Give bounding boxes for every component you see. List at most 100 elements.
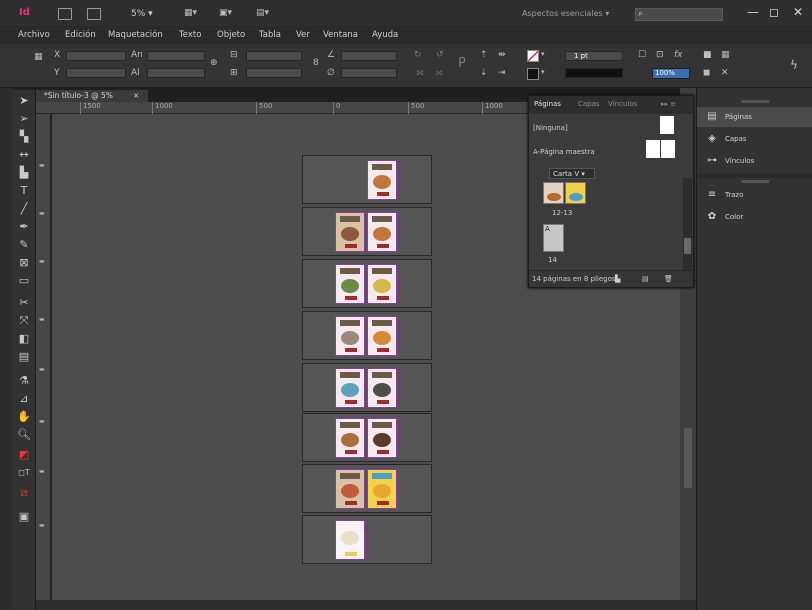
- page-tool-icon[interactable]: ▚: [16, 130, 32, 144]
- master-right-thumbnail[interactable]: [661, 140, 675, 158]
- note-tool-icon[interactable]: ▤: [16, 350, 32, 364]
- page-thumbnail[interactable]: [367, 469, 397, 509]
- stroke-weight-field[interactable]: 1 pt: [565, 51, 623, 61]
- minimize-button[interactable]: —: [744, 3, 762, 21]
- none-master-thumbnail[interactable]: [660, 116, 674, 134]
- effects-icon[interactable]: fx: [674, 50, 683, 60]
- master-label[interactable]: A-Página maestra: [533, 148, 595, 156]
- eyedropper-tool-icon[interactable]: ⚗: [16, 374, 32, 388]
- opacity-field[interactable]: 100%: [652, 68, 690, 79]
- stroke-swatch[interactable]: [527, 68, 539, 80]
- page-thumbnail[interactable]: [335, 418, 365, 458]
- free-transform-tool-icon[interactable]: ⤧: [16, 314, 32, 328]
- flip-v-icon[interactable]: ⟖: [436, 68, 443, 78]
- page-size-dropdown[interactable]: Carta V ▾: [549, 168, 595, 179]
- dock-stroke[interactable]: ≡ Trazo: [697, 185, 812, 205]
- spread-1[interactable]: [302, 155, 432, 204]
- spread-5[interactable]: [302, 363, 432, 412]
- select-container-icon[interactable]: ⇡: [480, 50, 488, 60]
- page-thumbnail[interactable]: [335, 469, 365, 509]
- spread-8[interactable]: [302, 515, 432, 564]
- vertical-ruler[interactable]: ▬ ▬ ▬ ▬ ▬ ▬ ▬ ▬: [36, 114, 51, 610]
- master-left-thumbnail[interactable]: [646, 140, 660, 158]
- rotate-field[interactable]: [341, 51, 397, 61]
- select-previous-icon[interactable]: ⇹: [498, 50, 506, 60]
- pen-tool-icon[interactable]: ✒: [16, 220, 32, 234]
- arrange-documents-icon[interactable]: ▤▾: [256, 8, 276, 19]
- menu-archivo[interactable]: Archivo: [18, 30, 50, 40]
- page-thumbnail[interactable]: [335, 212, 365, 252]
- page-thumbnail[interactable]: [367, 160, 397, 200]
- pencil-tool-icon[interactable]: ✎: [16, 238, 32, 252]
- menu-maquetacion[interactable]: Maquetación: [108, 30, 163, 40]
- rotate-cw-icon[interactable]: ↻: [414, 50, 422, 60]
- fill-dropdown-icon[interactable]: ▾: [541, 50, 545, 58]
- frame-fitting-icon[interactable]: ⊡: [656, 50, 664, 60]
- maximize-button[interactable]: ◻: [765, 3, 783, 21]
- spread-4[interactable]: [302, 311, 432, 360]
- formatting-affects-icon[interactable]: ◻T: [16, 466, 32, 480]
- gap-tool-icon[interactable]: ↔: [16, 148, 32, 162]
- page-thumbnail[interactable]: [335, 368, 365, 408]
- page-thumbnail[interactable]: [367, 264, 397, 304]
- dock-pages[interactable]: ▤ Páginas: [697, 107, 812, 127]
- auto-fit-icon[interactable]: ■: [703, 50, 712, 60]
- dock-grip[interactable]: [741, 180, 769, 183]
- document-tab[interactable]: *Sin título-3 @ 5% ×: [36, 90, 148, 102]
- constrain-icon[interactable]: ⊕: [210, 58, 218, 68]
- page-thumbnail[interactable]: [335, 520, 365, 560]
- rotate-ccw-icon[interactable]: ↺: [436, 50, 444, 60]
- spread-thumbnail-left[interactable]: [543, 182, 564, 204]
- flip-h-icon[interactable]: ⟗: [416, 68, 424, 78]
- rectangle-tool-icon[interactable]: ▭: [16, 274, 32, 288]
- text-wrap-icon[interactable]: ☐: [638, 50, 646, 60]
- zoom-tool-icon[interactable]: 🔍︎: [16, 428, 32, 442]
- close-button[interactable]: ✕: [789, 3, 807, 21]
- grid-icon[interactable]: ▦: [721, 50, 730, 60]
- menu-ayuda[interactable]: Ayuda: [372, 30, 398, 40]
- menu-ventana[interactable]: Ventana: [323, 30, 358, 40]
- spread-3[interactable]: [302, 259, 432, 308]
- fill-swatch[interactable]: [527, 50, 539, 62]
- new-page-icon[interactable]: ▤: [642, 275, 649, 283]
- line-tool-icon[interactable]: ╱: [16, 202, 32, 216]
- scale-x-field[interactable]: [246, 51, 302, 61]
- menu-tabla[interactable]: Tabla: [259, 30, 281, 40]
- search-input[interactable]: ⌕: [635, 8, 723, 21]
- x-field[interactable]: [66, 51, 126, 61]
- type-tool-icon[interactable]: T: [16, 184, 32, 198]
- scroll-thumb[interactable]: [684, 428, 692, 488]
- selection-tool-icon[interactable]: ➤: [16, 94, 32, 108]
- page-thumbnail[interactable]: [367, 368, 397, 408]
- close-tab-icon[interactable]: ×: [133, 91, 139, 100]
- none-master-label[interactable]: [Ninguna]: [533, 124, 568, 132]
- menu-objeto[interactable]: Objeto: [217, 30, 245, 40]
- menu-ver[interactable]: Ver: [296, 30, 310, 40]
- direct-selection-tool-icon[interactable]: ➢: [16, 112, 32, 126]
- select-next-icon[interactable]: ⇥: [498, 68, 506, 78]
- stroke-type-field[interactable]: [565, 68, 623, 78]
- height-field[interactable]: [147, 68, 205, 78]
- dock-grip[interactable]: [741, 100, 769, 103]
- measure-tool-icon[interactable]: ⊿: [16, 392, 32, 406]
- tab-paginas[interactable]: Páginas: [534, 100, 561, 108]
- dock-links[interactable]: ⊶ Vínculos: [697, 151, 812, 171]
- page-thumbnail[interactable]: [367, 316, 397, 356]
- clear-effects-icon[interactable]: ✕: [721, 68, 729, 78]
- stroke-dropdown-icon[interactable]: ▾: [541, 68, 545, 76]
- page-thumbnail[interactable]: [367, 418, 397, 458]
- width-field[interactable]: [147, 51, 205, 61]
- zoom-level[interactable]: 5% ▾: [131, 9, 153, 19]
- scissors-tool-icon[interactable]: ✂: [16, 296, 32, 310]
- trash-icon[interactable]: 🗑︎: [664, 275, 673, 283]
- page-14-thumbnail[interactable]: A: [543, 224, 564, 252]
- fill-stroke-icon[interactable]: ◩: [16, 448, 32, 462]
- reference-point-icon[interactable]: ▦: [34, 52, 43, 62]
- rectangle-frame-tool-icon[interactable]: ⊠: [16, 256, 32, 270]
- link-scale-icon[interactable]: 8: [313, 58, 319, 68]
- quick-apply-icon[interactable]: ϟ: [790, 58, 798, 72]
- dock-color[interactable]: ✿ Color: [697, 207, 812, 227]
- spread-thumbnail-right[interactable]: [565, 182, 586, 204]
- tab-vinculos[interactable]: Vínculos: [608, 100, 637, 108]
- y-field[interactable]: [66, 68, 126, 78]
